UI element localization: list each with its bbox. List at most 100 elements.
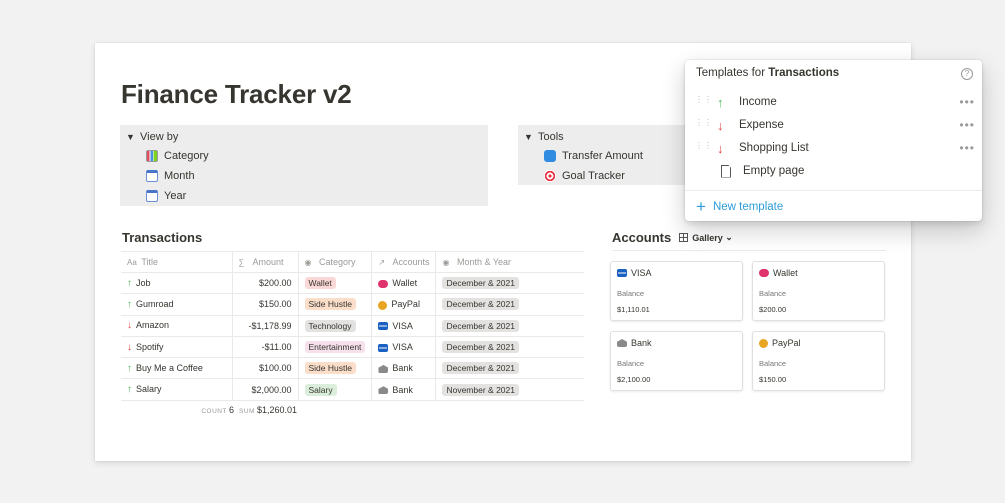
target-icon <box>544 170 556 182</box>
table-row[interactable]: ↑ Job $200.00 Wallet Wallet December & 2021 <box>121 272 584 295</box>
cell-account[interactable]: VISA <box>371 336 437 359</box>
link-label: Goal Tracker <box>562 170 625 182</box>
header-accounts[interactable]: ↗ Accounts <box>371 251 437 273</box>
cell-account[interactable]: PayPal <box>371 293 437 316</box>
account-card[interactable]: PayPal Balance $150.00 <box>752 331 885 391</box>
accounts-title-label[interactable]: Accounts <box>612 230 671 245</box>
plus-icon: + <box>696 197 706 216</box>
more-options-icon[interactable]: ••• <box>959 118 975 132</box>
cell-category[interactable]: Entertainment <box>298 336 373 359</box>
view-by-header[interactable]: ▼ View by <box>126 128 488 146</box>
cell-amount[interactable]: $200.00 <box>232 272 299 295</box>
gallery-view-button[interactable]: Gallery ⌄ <box>679 232 733 243</box>
cell-account[interactable]: Bank <box>371 357 437 380</box>
template-income[interactable]: ⋮⋮ ↑ Income ••• <box>695 92 975 112</box>
drag-handle-icon[interactable]: ⋮⋮ <box>695 119 712 130</box>
arrow-up-icon: ↑ <box>127 298 132 310</box>
cell-month-year[interactable]: December & 2021 <box>435 336 584 359</box>
arrow-down-icon: ↓ <box>127 341 132 353</box>
arrow-up-icon: ↑ <box>127 277 132 289</box>
card-name-text: Bank <box>631 338 652 348</box>
help-icon[interactable]: ? <box>961 68 973 80</box>
cell-amount[interactable]: $150.00 <box>232 293 299 316</box>
row-title: Buy Me a Coffee <box>136 362 203 373</box>
header-amount[interactable]: ∑ Amount <box>232 251 299 273</box>
more-options-icon[interactable]: ••• <box>959 95 975 109</box>
transfer-amount-link[interactable]: Transfer Amount <box>524 146 688 166</box>
view-by-year-link[interactable]: Year <box>126 186 488 206</box>
accounts-divider <box>612 250 886 251</box>
cell-title[interactable]: ↓ Amazon <box>121 315 233 337</box>
cell-month-year[interactable]: December & 2021 <box>435 272 584 295</box>
cell-category[interactable]: Side Hustle <box>298 293 373 316</box>
cell-account[interactable]: Bank <box>371 378 437 401</box>
template-shopping-list[interactable]: ⋮⋮ ↓ Shopping List ••• <box>695 138 975 158</box>
account-link[interactable]: Wallet <box>392 278 417 288</box>
goal-tracker-link[interactable]: Goal Tracker <box>524 166 688 186</box>
account-link[interactable]: PayPal <box>391 299 420 309</box>
cell-amount[interactable]: $100.00 <box>232 357 299 380</box>
drag-handle-icon[interactable]: ⋮⋮ <box>695 96 712 107</box>
account-card[interactable]: Bank Balance $2,100.00 <box>610 331 743 391</box>
account-link[interactable]: Bank <box>392 385 413 395</box>
cell-title[interactable]: ↑ Salary <box>121 378 233 401</box>
category-tag: Wallet <box>304 277 336 290</box>
cell-amount[interactable]: -$11.00 <box>232 336 299 359</box>
drag-handle-icon[interactable]: ⋮⋮ <box>695 142 712 153</box>
new-template-button[interactable]: + New template <box>696 198 783 215</box>
cell-category[interactable]: Wallet <box>298 272 373 295</box>
table-row[interactable]: ↑ Gumroad $150.00 Side Hustle PayPal December… <box>121 293 584 316</box>
tools-header[interactable]: ▼ Tools <box>524 128 688 146</box>
view-by-label: View by <box>140 131 179 143</box>
transactions-title[interactable]: Transactions <box>122 230 202 245</box>
header-category[interactable]: ◉ Category <box>298 251 373 273</box>
table-row[interactable]: ↓ Amazon -$1,178.99 Technology VISA December … <box>121 315 584 337</box>
table-row[interactable]: ↓ Spotify -$11.00 Entertainment VISA December… <box>121 336 584 359</box>
popover-title-db: Transactions <box>768 67 840 79</box>
cell-month-year[interactable]: December & 2021 <box>435 315 584 337</box>
popover-title-prefix: Templates for <box>696 67 769 79</box>
account-card[interactable]: VISA Balance $1,110.01 <box>610 261 743 321</box>
wallet-icon <box>759 269 769 277</box>
cell-title[interactable]: ↑ Job <box>121 272 233 295</box>
popover-title: Templates for Transactions <box>696 67 839 79</box>
account-link[interactable]: Bank <box>392 363 413 373</box>
select-icon: ◉ <box>442 258 450 267</box>
row-title: Job <box>136 277 151 288</box>
account-link[interactable]: VISA <box>392 321 413 331</box>
header-title[interactable]: Aa Title <box>121 251 233 273</box>
popover-separator <box>685 190 982 191</box>
balance-value: $200.00 <box>759 305 787 314</box>
cell-category[interactable]: Side Hustle <box>298 357 373 380</box>
table-row[interactable]: ↑ Salary $2,000.00 Salary Bank November & 202… <box>121 378 584 401</box>
template-empty-page[interactable]: Empty page <box>695 161 975 181</box>
cell-category[interactable]: Salary <box>298 378 373 401</box>
cell-title[interactable]: ↓ Spotify <box>121 336 233 359</box>
table-row[interactable]: ↑ Buy Me a Coffee $100.00 Side Hustle Bank De… <box>121 357 584 380</box>
cell-title[interactable]: ↑ Buy Me a Coffee <box>121 357 233 380</box>
view-by-month-link[interactable]: Month <box>126 166 488 186</box>
cell-amount[interactable]: -$1,178.99 <box>232 315 299 337</box>
more-options-icon[interactable]: ••• <box>959 141 975 155</box>
account-card[interactable]: Wallet Balance $200.00 <box>752 261 885 321</box>
template-expense[interactable]: ⋮⋮ ↓ Expense ••• <box>695 115 975 135</box>
accounts-title: Accounts Gallery ⌄ <box>612 230 733 245</box>
template-label: Shopping List <box>739 142 809 154</box>
account-link[interactable]: VISA <box>392 342 413 352</box>
toggle-triangle-icon[interactable]: ▼ <box>524 132 538 142</box>
relation-icon: ↗ <box>378 258 386 267</box>
view-by-category-link[interactable]: Category <box>126 146 488 166</box>
paypal-icon <box>378 300 388 310</box>
cell-month-year[interactable]: November & 2021 <box>435 378 584 401</box>
cell-account[interactable]: VISA <box>371 315 437 337</box>
header-month-year[interactable]: ◉ Month & Year <box>435 251 584 273</box>
toggle-triangle-icon[interactable]: ▼ <box>126 132 140 142</box>
cell-title[interactable]: ↑ Gumroad <box>121 293 233 316</box>
cell-category[interactable]: Technology <box>298 315 373 337</box>
cell-account[interactable]: Wallet <box>371 272 437 295</box>
cell-month-year[interactable]: December & 2021 <box>435 357 584 380</box>
cell-amount[interactable]: $2,000.00 <box>232 378 299 401</box>
cell-month-year[interactable]: December & 2021 <box>435 293 584 316</box>
select-icon: ◉ <box>304 258 312 267</box>
balance-value: $1,110.01 <box>617 305 650 314</box>
